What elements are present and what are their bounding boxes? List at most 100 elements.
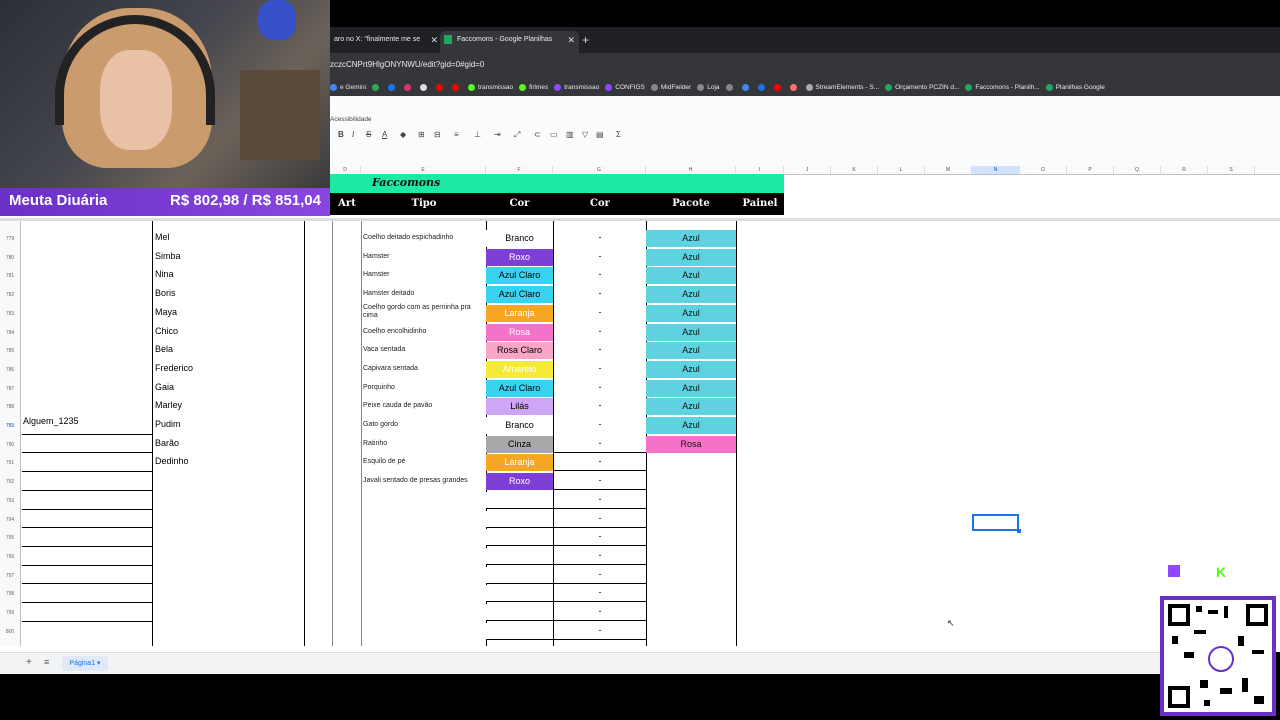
column-header[interactable]: O xyxy=(1020,166,1067,174)
merge-icon[interactable]: ⊟ xyxy=(434,130,441,139)
cell-cor-secundaria[interactable]: - xyxy=(554,531,646,541)
cell-name[interactable]: Chico xyxy=(155,326,178,336)
cell-cor[interactable] xyxy=(486,585,553,603)
selected-cell[interactable] xyxy=(972,514,1019,531)
row-number[interactable]: 779 xyxy=(0,236,20,242)
cell-cor-secundaria[interactable]: - xyxy=(554,251,646,261)
cell-name[interactable]: Marley xyxy=(155,400,182,410)
bookmark-item[interactable] xyxy=(789,78,800,96)
row-number[interactable]: 791 xyxy=(0,460,20,466)
column-header[interactable]: N xyxy=(972,166,1020,174)
row-number[interactable]: 784 xyxy=(0,330,20,336)
column-header[interactable]: E xyxy=(361,166,486,174)
cell-pacote[interactable]: Azul xyxy=(646,230,736,247)
column-header[interactable]: G xyxy=(553,166,646,174)
freeze-divider[interactable] xyxy=(0,218,1280,221)
bookmark-item[interactable] xyxy=(372,78,382,96)
bookmark-item[interactable]: firlmes xyxy=(519,78,548,96)
cell-cor[interactable] xyxy=(486,566,553,584)
cell-cor[interactable] xyxy=(486,529,553,547)
cell-cor-secundaria[interactable]: - xyxy=(554,606,646,616)
strikethrough-icon[interactable]: S xyxy=(366,130,371,139)
cell-name[interactable]: Frederico xyxy=(155,363,193,373)
cell-cor[interactable]: Roxo xyxy=(486,473,553,491)
row-number[interactable]: 799 xyxy=(0,610,20,616)
cell-cor[interactable] xyxy=(486,604,553,621)
functions-icon[interactable]: Σ xyxy=(616,130,621,139)
cell-cor[interactable]: Rosa xyxy=(486,323,553,341)
close-icon[interactable]: ✕ xyxy=(567,31,575,49)
fill-handle[interactable] xyxy=(1017,529,1021,533)
valign-icon[interactable]: ⊥ xyxy=(474,130,481,139)
cell-cor-secundaria[interactable]: - xyxy=(554,326,646,336)
cell-tipo[interactable]: Vaca sentada xyxy=(363,346,485,354)
cell-tipo[interactable]: Coelho gordo com as perninha pra cima xyxy=(363,304,485,320)
cell-cor[interactable] xyxy=(486,491,553,509)
cell-pacote[interactable]: Azul xyxy=(646,360,736,378)
address-bar[interactable]: zczcCNPrt9HlgONYNWU/edit?gid=0#gid=0 xyxy=(330,53,1280,76)
bookmark-item[interactable]: Planilhas Google xyxy=(1045,78,1105,96)
cell-cor-secundaria[interactable]: - xyxy=(554,307,646,317)
cell-cor[interactable]: Roxo xyxy=(486,248,553,266)
cell-cor-secundaria[interactable]: - xyxy=(554,494,646,504)
cell-cor-secundaria[interactable]: - xyxy=(554,232,646,242)
cell-name[interactable]: Mel xyxy=(155,232,170,242)
row-number[interactable]: 785 xyxy=(0,348,20,354)
row-number[interactable]: 782 xyxy=(0,292,20,298)
cell-cor[interactable]: Branco xyxy=(486,417,553,434)
cell-cor[interactable]: Cinza xyxy=(486,435,553,453)
bookmark-item[interactable]: transmissao xyxy=(468,78,513,96)
cell-cor-secundaria[interactable]: - xyxy=(554,438,646,448)
row-number[interactable]: 780 xyxy=(0,255,20,261)
column-header[interactable]: L xyxy=(878,166,925,174)
filter-views-icon[interactable]: ▤ xyxy=(596,130,604,139)
row-number[interactable]: 781 xyxy=(0,273,20,279)
bookmark-item[interactable]: Loja xyxy=(697,78,720,96)
cell-pacote[interactable]: Azul xyxy=(646,304,736,322)
bookmark-item[interactable] xyxy=(388,78,398,96)
bookmark-item[interactable] xyxy=(436,78,446,96)
all-sheets-button[interactable]: ≡ xyxy=(44,657,49,667)
cell-cor-secundaria[interactable]: - xyxy=(554,587,646,597)
column-header[interactable]: M xyxy=(925,166,972,174)
cell-cor[interactable]: Laranja xyxy=(486,454,553,472)
cell-pacote[interactable]: Azul xyxy=(646,379,736,397)
bookmark-item[interactable]: CONFIGS xyxy=(605,78,645,96)
cell-cor[interactable] xyxy=(486,622,553,640)
cell-pacote[interactable]: Azul xyxy=(646,323,736,341)
column-header[interactable]: D xyxy=(330,166,361,174)
cell-name[interactable]: Pudim xyxy=(155,419,181,429)
cell-cor[interactable]: Azul Claro xyxy=(486,267,553,285)
row-number[interactable]: 800 xyxy=(0,629,20,635)
cell-cor[interactable]: Rosa Claro xyxy=(486,342,553,360)
column-header[interactable]: F xyxy=(486,166,553,174)
bookmark-item[interactable] xyxy=(452,78,462,96)
column-header[interactable]: K xyxy=(831,166,878,174)
align-icon[interactable]: ≡ xyxy=(454,130,459,139)
cell-tipo[interactable]: Gato gordo xyxy=(363,421,485,429)
bookmark-item[interactable]: MidFielder xyxy=(650,78,691,96)
cell-cor-secundaria[interactable]: - xyxy=(554,456,646,466)
chart-icon[interactable]: ▥ xyxy=(566,130,574,139)
cell-tipo[interactable]: Hamster xyxy=(363,253,485,261)
rotate-icon[interactable]: ⤢ xyxy=(514,130,520,140)
cell-pacote[interactable]: Azul xyxy=(646,267,736,285)
cell-cor-secundaria[interactable]: - xyxy=(554,363,646,373)
cell-name[interactable]: Barão xyxy=(155,438,179,448)
cell-cor-secundaria[interactable]: - xyxy=(554,269,646,279)
cell-pacote[interactable]: Azul xyxy=(646,398,736,416)
cell-name[interactable]: Simba xyxy=(155,251,181,261)
cell-tipo[interactable]: Javali sentado de presas grandes xyxy=(363,477,485,485)
cell-tipo[interactable]: Hamster deitado xyxy=(363,290,485,298)
cell-pacote[interactable]: Azul xyxy=(646,248,736,266)
cell-cor-secundaria[interactable]: - xyxy=(554,419,646,429)
column-header[interactable]: J xyxy=(784,166,831,174)
bookmark-item[interactable]: e Gemini xyxy=(330,78,366,96)
row-number[interactable]: 793 xyxy=(0,498,20,504)
row-number[interactable]: 783 xyxy=(0,311,20,317)
cell-name[interactable]: Gaia xyxy=(155,382,174,392)
link-icon[interactable]: ⊂ xyxy=(534,130,541,139)
browser-tab-x[interactable]: aro no X: "finalmente me se ✕ xyxy=(330,31,442,53)
row-number[interactable]: 794 xyxy=(0,517,20,523)
row-number[interactable]: 790 xyxy=(0,442,20,448)
